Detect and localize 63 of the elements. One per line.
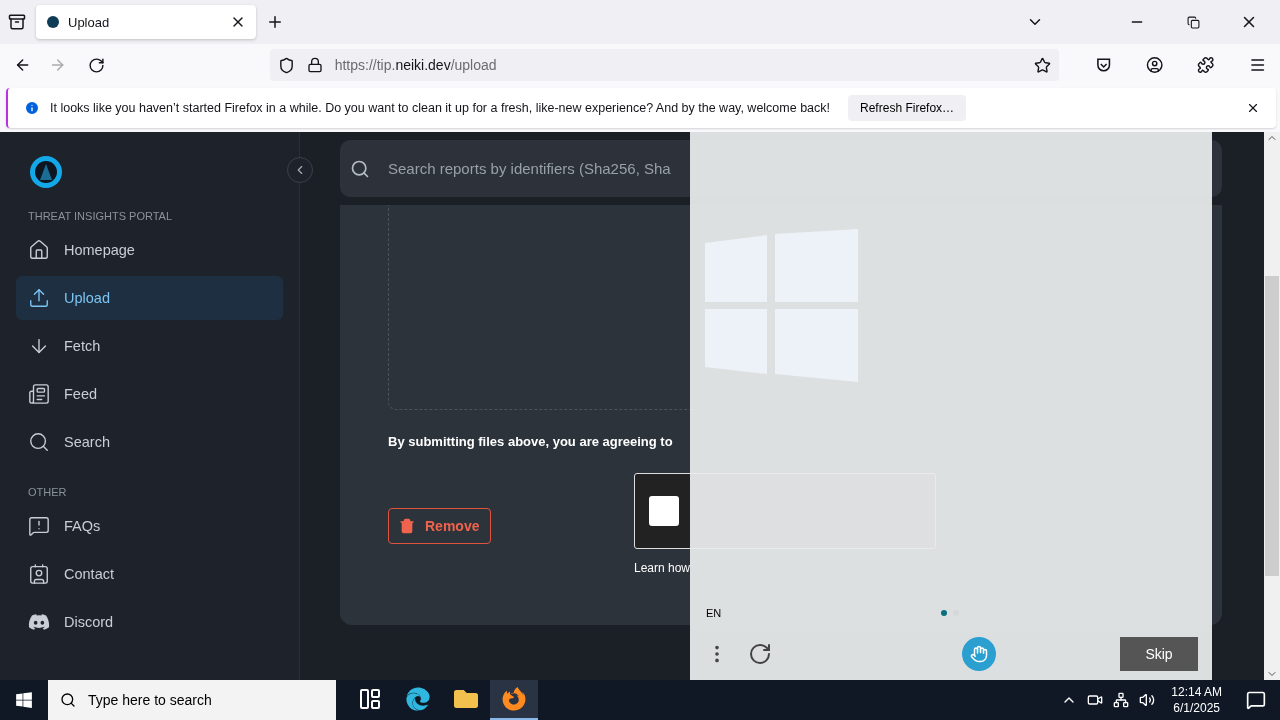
chat-logo-icon [28,611,50,633]
taskbar-search[interactable]: Type here to search [48,680,336,720]
sidebar-item[interactable]: Contact [16,552,283,596]
camera-icon[interactable] [1087,692,1104,708]
pocket-icon[interactable] [1094,56,1112,74]
language-selector[interactable]: EN [706,607,722,619]
refresh-button[interactable]: Refresh Firefox… [848,95,967,121]
sidebar-item[interactable]: Upload [16,276,283,320]
section-title: THREAT INSIGHTS PORTAL [28,210,174,222]
volume-icon[interactable] [1139,692,1156,708]
shield-icon [277,56,295,74]
lock-icon [306,57,323,73]
address-bar[interactable]: https://tip.neiki.dev/upload [269,49,1059,81]
page-dot[interactable] [941,610,947,616]
upload-icon [28,287,50,309]
sidebar-item[interactable]: Search [16,420,283,464]
sidebar-item[interactable]: Discord [16,600,283,644]
extensions-icon[interactable] [1197,56,1215,74]
tab-list-icon[interactable] [8,13,26,31]
search-field[interactable]: Search reports by identifiers (Sha256, Sha [386,159,1212,178]
portal-logo [28,154,64,190]
taskbar-app[interactable] [490,680,538,720]
task-view-icon [358,687,382,711]
new-tab-icon[interactable] [266,13,284,31]
captcha-logo [962,637,996,671]
sidebar-item[interactable]: FAQs [16,504,283,548]
fox-browser-icon [502,687,526,711]
reload-icon[interactable] [88,56,105,74]
skip-button[interactable]: Skip [1120,637,1198,671]
clock[interactable]: 12:14 AM 6/1/2025 [1171,684,1222,716]
sidebar-item[interactable]: Fetch [16,324,283,368]
menu-icon[interactable] [1248,56,1266,74]
close-notification-icon[interactable] [1246,101,1260,115]
trash-icon [399,518,415,534]
search-icon [28,431,50,453]
folder-icon [454,687,478,711]
notification-message: It looks like you haven’t started Firefox in a while. Do you want to clean it up for a fresh, like-new experience? And by the way, welcome back! [50,101,831,115]
chat-alert-icon [28,515,50,537]
browser-tab[interactable]: Upload [36,5,256,39]
account-icon[interactable] [1145,56,1164,74]
tab-title: Upload [68,14,110,30]
section-title: OTHER [28,486,68,498]
sidebar-item[interactable]: Homepage [16,228,283,272]
remove-button[interactable]: Remove [388,508,491,544]
network-icon[interactable] [1113,692,1130,708]
refresh-icon[interactable] [748,642,772,666]
agreement-text: By submitting files above, you are agreeing to [388,434,674,449]
notifications-icon[interactable] [1246,690,1266,710]
newspaper-icon [28,383,50,405]
contact-card-icon [28,563,50,585]
info-icon [24,100,40,116]
site-favicon [46,15,60,29]
search-placeholder: Type here to search [88,692,212,708]
browser-icon [406,687,430,711]
captcha-checkbox[interactable] [649,496,679,526]
house-icon [28,239,50,261]
restore-icon[interactable] [1186,15,1200,29]
bookmark-star-icon[interactable] [1033,56,1051,74]
windows-icon [15,691,33,709]
search-icon [60,692,76,708]
search-icon [350,158,370,179]
captcha-help: Learn how [634,561,692,575]
sidebar-item[interactable]: Feed [16,372,283,416]
